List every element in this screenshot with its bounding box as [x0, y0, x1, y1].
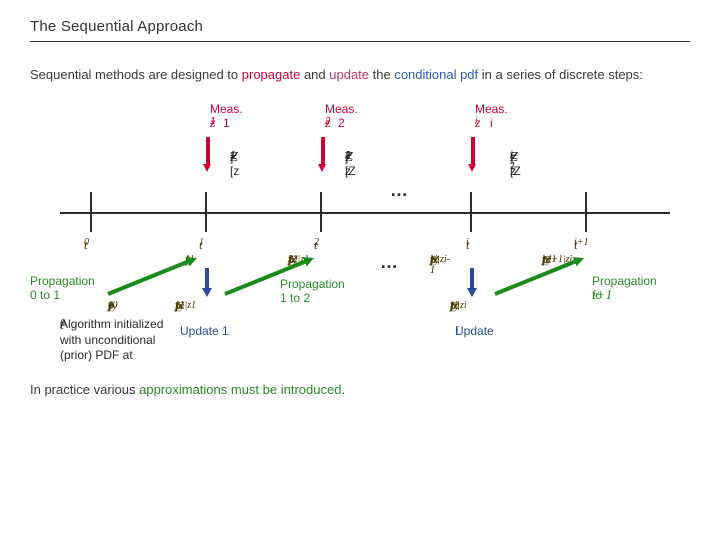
closing-b: approximations must be introduced: [139, 382, 341, 397]
arrow-measi: [471, 137, 475, 167]
prop-i-label: Propagation i to i+1: [592, 274, 672, 288]
arrow-upd1-head: [202, 288, 212, 297]
meas-1-label: Meas. 1 z1: [180, 102, 240, 116]
pip1end: ]: [542, 254, 546, 266]
update-1-label: Update 1: [180, 324, 229, 338]
arrow-prop-i-head: [573, 254, 586, 267]
py1z1end: ]: [175, 300, 179, 312]
tick-t2: [320, 192, 322, 232]
meas1-sub: 1: [210, 116, 216, 127]
propi-l1: Propagation: [592, 274, 657, 288]
arrow-prop-01: [107, 259, 190, 296]
intro-em-update: update: [329, 67, 369, 82]
arrow-meas2: [321, 137, 325, 167]
prop-01-label: Propagation 0 to 1: [30, 274, 110, 288]
pyiziend: ]: [450, 300, 454, 312]
arrowhead-meas1: [203, 164, 211, 172]
meas-2-label: Meas. 2 z2: [295, 102, 355, 116]
t1s: 1: [199, 237, 204, 248]
intro-1: Sequential methods are designed to: [30, 67, 242, 82]
tick-t1: [205, 192, 207, 232]
tick-ti: [470, 192, 472, 232]
intro-text: Sequential methods are designed to propa…: [30, 66, 690, 84]
algnote-a: Algorithm initialized with unconditional…: [60, 317, 180, 364]
prop-12-label: Propagation 1 to 2: [280, 277, 360, 291]
arrow-upd1-shaft: [205, 268, 209, 290]
arrowhead-measi: [468, 164, 476, 172]
propi-c: i+1: [592, 288, 612, 304]
prop01-l1: Propagation: [30, 274, 95, 288]
arrow-prop-i: [494, 259, 577, 296]
measi-sub: i: [475, 116, 477, 127]
intro-4: in a series of discrete steps:: [478, 67, 643, 82]
tis: i: [466, 237, 469, 248]
dots-mid: …: [380, 252, 400, 273]
zi-end: ]: [510, 150, 513, 164]
tip1s: i+1: [574, 237, 589, 248]
prop01-l2: 0 to 1: [30, 288, 60, 302]
arrow-prop-01-shaft: [107, 259, 190, 296]
timeline-diagram: Meas. 1 z1 Meas. 2 z2 Meas. i zi Z1= [z1…: [30, 102, 670, 362]
py0end: ]: [108, 300, 112, 312]
closing-c: .: [341, 382, 345, 397]
intro-em-conditional: conditional pdf: [394, 67, 478, 82]
tick-tip1: [585, 192, 587, 232]
t2s: 2: [314, 237, 319, 248]
arrowhead-meas2: [318, 164, 326, 172]
t0s: 0: [84, 237, 89, 248]
prop12-l1: Propagation: [280, 277, 345, 291]
closing-text: In practice various approximations must …: [30, 382, 690, 397]
z2-end: ]: [345, 150, 348, 164]
piend: ]: [430, 254, 434, 266]
intro-3: the: [369, 67, 394, 82]
arrow-updi-head: [467, 288, 477, 297]
z1-end: ]: [230, 150, 233, 164]
tick-t0: [90, 192, 92, 232]
arrow-meas1: [206, 137, 210, 167]
arrow-prop-i-shaft: [494, 259, 577, 296]
divider: [30, 41, 690, 42]
dots-top: …: [390, 180, 410, 201]
timeline-axis: [60, 212, 670, 214]
intro-2: and: [300, 67, 329, 82]
prop12-l2: 1 to 2: [280, 291, 310, 305]
meas-i-label: Meas. i zi: [445, 102, 505, 116]
updi-a: Update: [455, 324, 494, 338]
intro-em-propagate: propagate: [242, 67, 301, 82]
page-title: The Sequential Approach: [30, 18, 690, 35]
meas2-sub: 2: [325, 116, 331, 127]
closing-a: In practice various: [30, 382, 139, 397]
updi-b: i: [455, 324, 459, 340]
algnote-bsub: 0: [60, 317, 65, 330]
arrow-updi-shaft: [470, 268, 474, 290]
